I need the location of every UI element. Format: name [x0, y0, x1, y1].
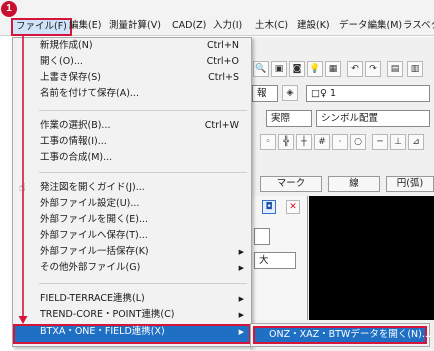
panel-field-size[interactable]: 大 — [254, 252, 296, 269]
btxa-submenu: ONZ・XAZ・BTWデータを開く(N)... — [250, 323, 431, 347]
menu-item-label: 名前を付けて保存(A)... — [40, 88, 139, 99]
submenu-arrow-icon: ▶ — [238, 311, 244, 319]
menu-separator — [39, 110, 247, 111]
menu-item-new[interactable]: 新規作成(N) Ctrl+N — [13, 38, 251, 54]
menu-survey-calc[interactable]: 測量計算(V) — [106, 18, 164, 36]
property-row: 報 ◈ □♀ 1 — [250, 82, 434, 104]
menu-item-label: 工事の情報(I)... — [40, 136, 107, 147]
menu-item-label: TREND-CORE・POINT連携(C) — [40, 309, 175, 320]
menu-edit[interactable]: 編集(E) — [66, 18, 104, 36]
menu-item-external-settings[interactable]: 外部ファイル設定(U)... — [13, 196, 251, 212]
menu-item-label: 外部ファイル設定(U)... — [40, 198, 140, 209]
menu-item-label: 開く(O)... — [40, 56, 83, 67]
menu-item-batch-save-external[interactable]: 外部ファイル一括保存(K) ▶ — [13, 244, 251, 260]
snap-grid-icon[interactable]: # — [314, 134, 330, 150]
close-icon[interactable]: ✕ — [286, 200, 300, 214]
menu-item-project-info[interactable]: 工事の情報(I)... — [13, 134, 251, 150]
menubar: 1 ファイル(F) 編集(E) 測量計算(V) CAD(Z) 入力(I) 土木(… — [0, 0, 434, 36]
menu-item-label: 新規作成(N) — [40, 40, 93, 51]
submenu-item-open-onz-xaz-btw[interactable]: ONZ・XAZ・BTWデータを開く(N)... — [253, 326, 431, 344]
menu-item-select-work[interactable]: 作業の選択(B)... Ctrl+W — [13, 118, 251, 134]
field-layer[interactable]: 報 — [252, 85, 278, 102]
menu-item-label: BTXA・ONE・FIELD連携(X) — [40, 326, 165, 337]
menu-item-label: 発注図を開くガイド(J)... — [40, 182, 145, 193]
zoom-window-icon[interactable]: ▣ — [271, 61, 287, 77]
menu-item-btxa-one-field[interactable]: BTXA・ONE・FIELD連携(X) ▶ — [13, 324, 251, 344]
menu-civil[interactable]: 土木(C) — [252, 18, 291, 36]
toolbar-icon[interactable]: ▥ — [407, 61, 423, 77]
submenu-arrow-icon: ▶ — [238, 295, 244, 303]
snap-circle-icon[interactable]: ○ — [350, 134, 366, 150]
submenu-arrow-icon: ▶ — [238, 264, 244, 272]
menu-separator — [39, 172, 247, 173]
grid-icon[interactable]: ▦ — [325, 61, 341, 77]
menu-item-order-drawing-guide[interactable]: 発注図を開くガイド(J)... — [13, 180, 251, 196]
snap-perp-icon[interactable]: ⊥ — [390, 134, 406, 150]
field-scale-mode[interactable]: 実際 — [266, 110, 312, 127]
menu-item-save[interactable]: 上書き保存(S) Ctrl+S — [13, 70, 251, 86]
toolbar-row: 🔍 ▣ ◙ 💡 ▦ ↶ ↷ ▤ ▥ — [250, 58, 434, 80]
light-bulb-icon[interactable]: 💡 — [307, 61, 323, 77]
menu-item-shortcut: Ctrl+N — [207, 40, 239, 51]
menu-item-shortcut: Ctrl+S — [208, 72, 239, 83]
menu-data-edit[interactable]: データ編集(M) — [336, 18, 405, 36]
menu-item-save-as[interactable]: 名前を付けて保存(A)... — [13, 86, 251, 102]
menu-item-label: 上書き保存(S) — [40, 72, 101, 83]
step-badge: 1 — [1, 1, 17, 17]
menu-item-label: FIELD-TERRACE連携(L) — [40, 293, 145, 304]
hand-cursor-icon: ☝ — [19, 181, 26, 194]
panel-field-top[interactable] — [254, 228, 270, 245]
menu-item-field-terrace[interactable]: FIELD-TERRACE連携(L) ▶ — [13, 291, 251, 307]
undo-icon[interactable]: ↶ — [347, 61, 363, 77]
zoom-all-icon[interactable]: ◙ — [289, 61, 305, 77]
layer-icon[interactable]: ▤ — [387, 61, 403, 77]
snap-end-icon[interactable]: ┼ — [296, 134, 312, 150]
tab-mark[interactable]: マーク — [260, 176, 322, 192]
tab-line[interactable]: 線 — [328, 176, 380, 192]
file-menu: 新規作成(N) Ctrl+N 開く(O)... Ctrl+O 上書き保存(S) … — [12, 37, 252, 347]
snap-point-icon[interactable]: ◦ — [260, 134, 276, 150]
mode-row: 実際 シンボル配置 — [250, 107, 434, 129]
menu-construction[interactable]: 建設(K) — [294, 18, 333, 36]
menu-item-label: 外部ファイル一括保存(K) — [40, 246, 149, 257]
menu-input[interactable]: 入力(I) — [210, 18, 245, 36]
menu-item-trend-core[interactable]: TREND-CORE・POINT連携(C) ▶ — [13, 307, 251, 323]
snap-intersect-icon[interactable]: ╬ — [278, 134, 294, 150]
field-line-style[interactable]: □♀ 1 — [306, 85, 430, 102]
menu-item-open-external[interactable]: 外部ファイルを開く(E)... — [13, 212, 251, 228]
menu-item-other-external[interactable]: その他外部ファイル(G) ▶ — [13, 260, 251, 276]
menu-file[interactable]: ファイル(F) — [11, 18, 72, 36]
menu-item-label: 工事の合成(M)... — [40, 152, 113, 163]
menu-item-open[interactable]: 開く(O)... Ctrl+O — [13, 54, 251, 70]
menu-raster-vector[interactable]: ラスベク — [400, 18, 434, 36]
menu-item-label: 外部ファイルを開く(E)... — [40, 214, 148, 225]
menu-item-shortcut: Ctrl+W — [204, 120, 239, 131]
menu-item-save-external[interactable]: 外部ファイルへ保存(T)... — [13, 228, 251, 244]
drawing-canvas[interactable] — [309, 196, 434, 320]
menu-item-label: その他外部ファイル(G) — [40, 262, 141, 273]
tab-circle-arc[interactable]: 円(弧) — [386, 176, 434, 192]
submenu-arrow-icon: ▶ — [238, 328, 244, 336]
menu-separator — [39, 283, 247, 284]
field-symbol-mode[interactable]: シンボル配置 — [316, 110, 430, 127]
snap-line-icon[interactable]: ─ — [372, 134, 388, 150]
redo-icon[interactable]: ↷ — [365, 61, 381, 77]
pin-icon[interactable]: ◘ — [262, 200, 276, 214]
snap-node-icon[interactable]: · — [332, 134, 348, 150]
menu-item-shortcut: Ctrl+O — [206, 56, 239, 67]
submenu-arrow-icon: ▶ — [238, 248, 244, 256]
app-window: 1 ファイル(F) 編集(E) 測量計算(V) CAD(Z) 入力(I) 土木(… — [0, 0, 434, 351]
menu-item-label: 外部ファイルへ保存(T)... — [40, 230, 148, 241]
snap-tangent-icon[interactable]: ⊿ — [408, 134, 424, 150]
zoom-icon[interactable]: 🔍 — [253, 61, 269, 77]
menu-cad[interactable]: CAD(Z) — [169, 18, 209, 36]
menu-item-label: 作業の選択(B)... — [40, 120, 111, 131]
snap-row: ◦ ╬ ┼ # · ○ ─ ⊥ ⊿ — [250, 131, 434, 153]
menu-item-project-merge[interactable]: 工事の合成(M)... — [13, 150, 251, 166]
layer-select-icon[interactable]: ◈ — [282, 85, 298, 101]
